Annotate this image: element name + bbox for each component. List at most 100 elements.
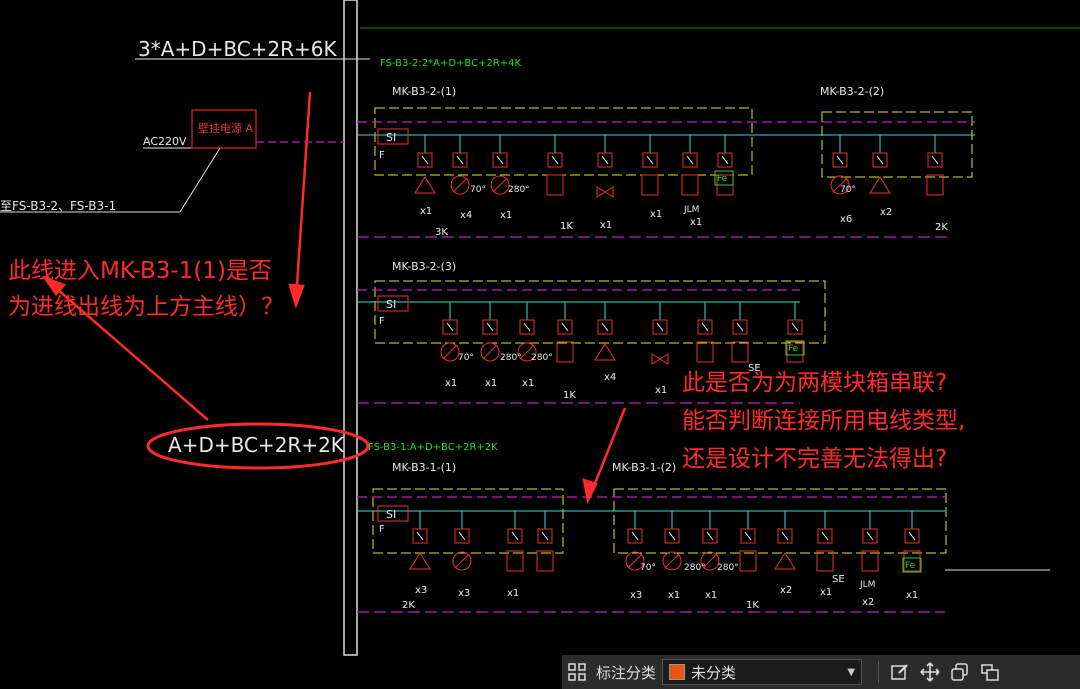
top-bus-label: 3*A+D+BC+2R+6K: [138, 37, 338, 61]
device-symbol: [536, 550, 554, 572]
device-symbols: [409, 135, 944, 573]
device-symbol: [731, 341, 749, 363]
alarm-symbol: [414, 176, 436, 194]
module-mark: [601, 322, 609, 332]
module-mark: [931, 155, 939, 165]
toolbar-divider: [878, 661, 880, 683]
edit-icon[interactable]: [885, 657, 915, 687]
k-label: 1K: [560, 221, 573, 232]
k-label: 1K: [563, 390, 576, 401]
detector-mark: [492, 177, 508, 193]
annotation-right-line2: 能否判断连接所用电线类型,: [682, 408, 965, 434]
module-mark: [721, 155, 729, 165]
qty-label: x1: [668, 590, 680, 601]
panel-label: 壁挂电源 A: [198, 121, 253, 135]
module-mark: [523, 322, 531, 332]
module-mark: [601, 155, 609, 165]
detector-mark: [482, 344, 498, 360]
qty-label: x1: [600, 220, 612, 231]
module-mark: [736, 322, 744, 332]
temp-label: 70°: [840, 185, 856, 195]
module-mark: [876, 155, 884, 165]
module-mark: [686, 155, 694, 165]
module-mark: [656, 322, 664, 332]
device-symbol: [739, 550, 757, 572]
annotation-left-line1: 此线进入MK-B3-1(1)是否: [8, 258, 272, 284]
f-label: F: [379, 524, 385, 535]
qty-label: x1: [445, 378, 457, 389]
arrow-head: [288, 283, 305, 309]
module-mark: [701, 322, 709, 332]
valve-symbol: [651, 353, 669, 365]
detector-mark: [452, 177, 468, 193]
category-selected: 未分类: [691, 663, 737, 682]
toolbar-label: 标注分类: [596, 663, 657, 682]
module-mark: [866, 531, 874, 541]
k-label: 1K: [746, 600, 759, 611]
annotation-toolbar: 标注分类 未分类 ▼: [562, 655, 1080, 689]
module-mark: [511, 531, 519, 541]
device-symbol: [926, 174, 944, 196]
valve-symbol: [596, 186, 614, 198]
chevron-down-icon: ▼: [847, 666, 856, 678]
fe-label: Fe: [905, 561, 916, 571]
qty-label: x1: [507, 588, 519, 599]
module-label: MK-B3-2-(3): [392, 260, 456, 273]
device-symbol: [506, 550, 524, 572]
qty-label: x4: [460, 210, 472, 221]
category-swatch: [669, 664, 686, 680]
annotation-left-line2: 为进线出线为上方主线）？: [8, 294, 284, 320]
move-icon[interactable]: [915, 657, 945, 687]
qty-label: x2: [880, 207, 892, 218]
qty-label: x1: [705, 590, 717, 601]
module-mark: [646, 155, 654, 165]
module-mark: [496, 155, 504, 165]
copy-icon[interactable]: [945, 657, 975, 687]
alarm-symbol: [774, 552, 796, 570]
qty-label: x1: [655, 385, 667, 396]
module-label: MK-B3-2-(1): [392, 85, 456, 98]
module-mark: [706, 531, 714, 541]
module-mark: [821, 531, 829, 541]
module-label: MK-B3-1-(2): [612, 461, 676, 474]
module-mark: [416, 531, 424, 541]
se-label: SE: [832, 574, 845, 585]
qty-label: x1: [820, 587, 832, 598]
qty-label: x1: [500, 210, 512, 221]
module-mark: [668, 531, 676, 541]
module-mark: [458, 531, 466, 541]
qty-label: x1: [522, 378, 534, 389]
qty-label: x3: [630, 590, 642, 601]
alarm-symbol: [409, 552, 431, 570]
grid-icon[interactable]: [562, 657, 592, 687]
layers-icon[interactable]: [975, 657, 1005, 687]
qty-label: x1: [690, 217, 702, 228]
qty-label: x3: [458, 588, 470, 599]
alarm-symbol: [869, 176, 891, 194]
annotation-right-line3: 还是设计不完善无法得出?: [682, 446, 947, 472]
temp-label: 280°: [508, 185, 530, 195]
si-label: SI: [386, 131, 396, 144]
module-label: MK-B3-1-(1): [392, 461, 456, 474]
module-label: MK-B3-2-(2): [820, 85, 884, 98]
device-symbol: [861, 550, 879, 572]
qty-label: x1: [650, 209, 662, 220]
si-label: SI: [386, 298, 396, 311]
fe-label: Fe: [788, 344, 799, 354]
module-mark: [744, 531, 752, 541]
device-symbol: [641, 174, 659, 196]
temp-label: 70°: [470, 185, 486, 195]
module-mark: [791, 322, 799, 332]
f-label: F: [379, 316, 385, 327]
jlm-label: JLM: [683, 205, 699, 215]
category-select[interactable]: 未分类 ▼: [662, 659, 863, 685]
module-mark: [631, 531, 639, 541]
device-symbol: [546, 174, 564, 196]
cad-drawing-canvas[interactable]: 3*A+D+BC+2R+6K FS-B3-2:2*A+D+BC+2R+4K AC…: [0, 0, 1080, 689]
qty-label: x2: [780, 585, 792, 596]
k-label: 2K: [402, 600, 415, 611]
module-mark: [541, 531, 549, 541]
device-symbol: [816, 550, 834, 572]
module-mark: [781, 531, 789, 541]
alarm-symbol: [594, 343, 616, 361]
